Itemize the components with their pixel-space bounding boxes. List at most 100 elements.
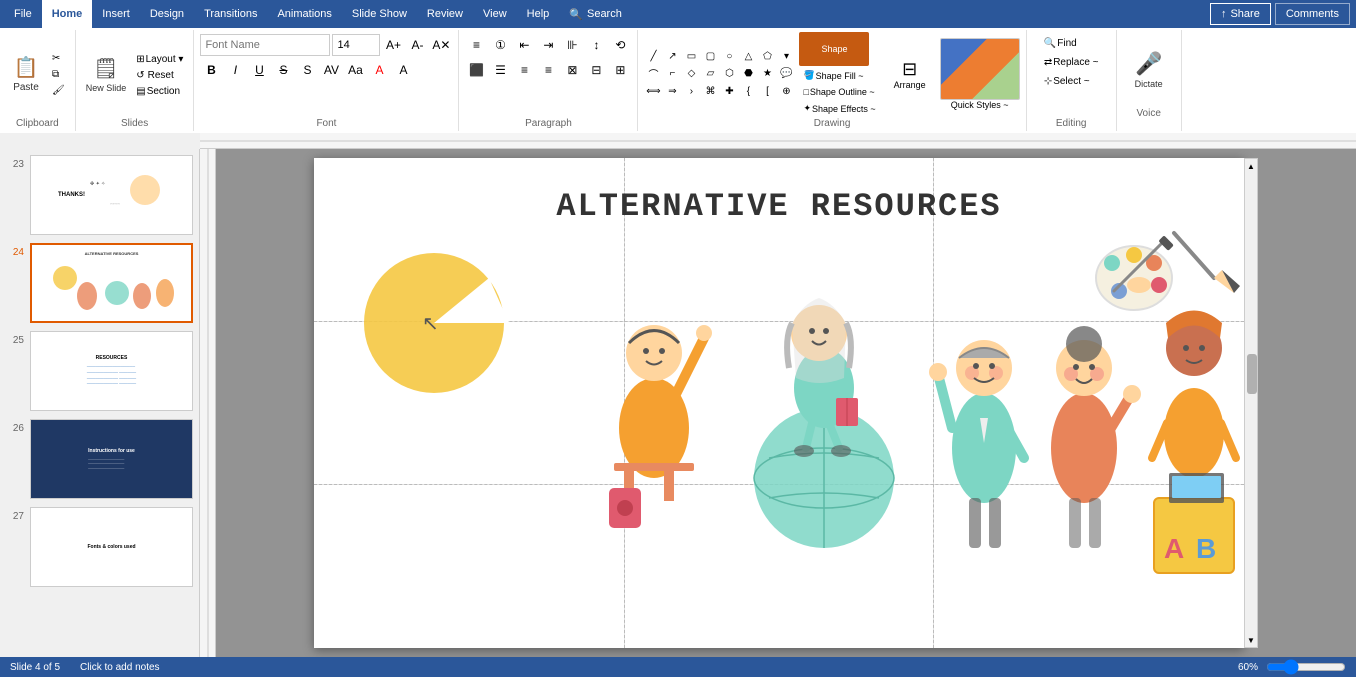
tab-home[interactable]: Home [42,0,93,28]
shape-rounded-rect[interactable]: ▢ [701,49,719,65]
paste-button[interactable]: 📋 Paste [6,38,46,110]
shape-effects-button[interactable]: ✦ Shape Effects ~ [799,101,879,116]
shape-outline-button[interactable]: □ Shape Outline ~ [799,85,879,99]
align-right-button[interactable]: ≡ [513,59,535,81]
shape-circle[interactable]: ○ [720,49,738,65]
copy-button[interactable]: ⧉ [48,67,69,82]
slide-thumb-27[interactable]: 27 Fonts & colors used [4,505,195,589]
tab-review[interactable]: Review [417,0,473,28]
tab-view[interactable]: View [473,0,517,28]
shape-line[interactable]: ╱ [644,49,662,65]
replace-button[interactable]: ⇄ Replace ~ [1040,55,1103,70]
numbered-list-button[interactable]: ① [489,34,511,56]
quick-styles-button[interactable] [940,38,1020,100]
tab-design[interactable]: Design [140,0,194,28]
text-shadow-button[interactable]: S [296,59,318,81]
share-button[interactable]: ↑ Share [1210,3,1271,25]
shape-curve[interactable]: ⌒ [644,66,662,82]
reset-button[interactable]: ↺ Reset [132,68,187,83]
slide-thumb-img-23[interactable]: THANKS! ✤ ✦ ✧ ◦◦◦◦◦◦◦ [30,155,193,235]
slide-thumb-img-27[interactable]: Fonts & colors used [30,507,193,587]
shape-diamond[interactable]: ◇ [682,66,700,82]
dictate-button[interactable]: 🎤 Dictate [1125,34,1173,106]
char-spacing-button[interactable]: AV [320,59,342,81]
line-spacing-button[interactable]: ↕ [585,34,607,56]
shape-callout[interactable]: 💬 [777,66,795,82]
text-direction-button[interactable]: ⟲ [609,34,631,56]
smartart-button[interactable]: ⊠ [561,59,583,81]
tab-slideshow[interactable]: Slide Show [342,0,417,28]
shape-block-arrow[interactable]: ⇒ [663,84,681,100]
tab-animations[interactable]: Animations [267,0,341,28]
notes-hint[interactable]: Click to add notes [80,662,160,673]
add-column-button[interactable]: ⊞ [609,59,631,81]
bold-button[interactable]: B [200,59,222,81]
shape-rect[interactable]: ▭ [682,49,700,65]
scroll-up-button[interactable]: ▲ [1245,159,1257,173]
shape-connector[interactable]: ⌐ [663,66,681,82]
slide-canvas[interactable]: ALTERNATIVE RESOURCES ↖ [314,158,1244,648]
shape-arrow[interactable]: ↗ [663,49,681,65]
comments-button[interactable]: Comments [1275,3,1350,25]
shape-brace[interactable]: { [739,84,757,100]
new-slide-button[interactable]: 🗒 New Slide [82,38,131,110]
shape-bracket[interactable]: [ [758,84,776,100]
underline-button[interactable]: U [248,59,270,81]
shape-hexagon[interactable]: ⬡ [720,66,738,82]
slide-thumb-25[interactable]: 25 RESOURCES ───────────────── ─────────… [4,329,195,413]
increase-indent-button[interactable]: ⇥ [537,34,559,56]
italic-button[interactable]: I [224,59,246,81]
slide-thumb-24[interactable]: 24 ALTERNATIVE RESOURCES [4,241,195,325]
zoom-slider[interactable] [1266,659,1346,675]
tab-help[interactable]: Help [517,0,560,28]
quick-styles-label[interactable]: Quick Styles ~ [951,100,1009,110]
shape-octagon[interactable]: ⬣ [739,66,757,82]
find-button[interactable]: 🔍 Find [1040,36,1081,51]
slide-thumb-img-25[interactable]: RESOURCES ───────────────── ─────────── … [30,331,193,411]
convert-smartart-button[interactable]: ⊟ [585,59,607,81]
shape-cross[interactable]: ✚ [720,84,738,100]
font-family-select[interactable] [200,34,330,56]
shape-ribbon[interactable]: ⌘ [701,84,719,100]
strikethrough-button[interactable]: S [272,59,294,81]
slide-thumb-23[interactable]: 23 THANKS! ✤ ✦ ✧ ◦◦◦◦◦◦◦ [4,153,195,237]
slide-thumb-img-26[interactable]: Instructions for use ───────────────── ─… [30,419,193,499]
section-button[interactable]: ▤ Section [132,84,187,99]
decrease-indent-button[interactable]: ⇤ [513,34,535,56]
slide-thumb-img-24[interactable]: ALTERNATIVE RESOURCES [30,243,193,323]
scroll-thumb[interactable] [1247,354,1257,394]
shape-double-arrow[interactable]: ⟺ [644,84,662,100]
shape-chevron[interactable]: › [682,84,700,100]
bullets-button[interactable]: ≡ [465,34,487,56]
slide-title[interactable]: ALTERNATIVE RESOURCES [314,188,1244,225]
search-label[interactable]: Search [587,8,622,20]
slide-thumb-26[interactable]: 26 Instructions for use ────────────────… [4,417,195,501]
select-button[interactable]: ⊹ Select ~ [1040,74,1094,89]
text-highlight-button[interactable]: A [392,59,414,81]
cut-button[interactable]: ✂ [48,51,69,66]
align-left-button[interactable]: ⬛ [465,59,487,81]
shape-fill-button[interactable]: 🪣 Shape Fill ~ [799,68,879,83]
scroll-down-button[interactable]: ▼ [1245,633,1257,647]
font-color-button[interactable]: A [368,59,390,81]
arrange-button[interactable]: ⊟ Arrange [888,57,932,92]
columns-button[interactable]: ⊪ [561,34,583,56]
font-increase-button[interactable]: A+ [382,34,404,56]
tab-file[interactable]: File [4,0,42,28]
shape-extra[interactable]: ⊕ [777,84,795,100]
shape-more[interactable]: ▾ [777,49,795,65]
change-case-button[interactable]: Aa [344,59,366,81]
layout-button[interactable]: ⊞ Layout ▾ [132,52,187,67]
shape-pentagon[interactable]: ⬠ [758,49,776,65]
shape-parallelogram[interactable]: ▱ [701,66,719,82]
align-center-button[interactable]: ☰ [489,59,511,81]
format-painter-button[interactable]: 🖌 [48,83,69,98]
tab-insert[interactable]: Insert [92,0,140,28]
font-size-select[interactable] [332,34,380,56]
shape-triangle[interactable]: △ [739,49,757,65]
font-decrease-button[interactable]: A- [406,34,428,56]
shape-star[interactable]: ★ [758,66,776,82]
justify-button[interactable]: ≡ [537,59,559,81]
tab-transitions[interactable]: Transitions [194,0,267,28]
vertical-scrollbar[interactable]: ▲ ▼ [1244,158,1258,648]
